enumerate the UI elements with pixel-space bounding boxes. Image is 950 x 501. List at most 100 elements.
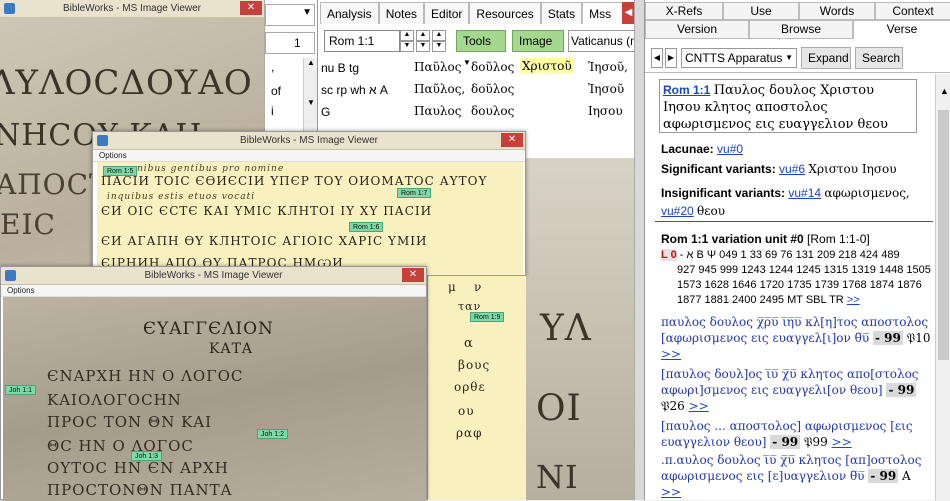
tools-label: Tools bbox=[463, 34, 492, 48]
tab-words[interactable]: Words bbox=[799, 2, 875, 20]
close-icon[interactable]: ✕ bbox=[501, 133, 523, 147]
ms-line: ΚΑΤΑ bbox=[209, 341, 254, 357]
scroll-down-icon[interactable]: ▼ bbox=[307, 98, 315, 107]
spin-down-icon[interactable]: ▼ bbox=[400, 41, 414, 52]
row-word: Ἰησοῦ bbox=[588, 82, 625, 96]
tab-stats[interactable]: Stats bbox=[540, 2, 583, 24]
app-icon bbox=[97, 135, 108, 146]
tabs-row-1: X-Refs Use Words Context bbox=[645, 2, 950, 20]
tab-version[interactable]: Version bbox=[645, 20, 749, 39]
chevron-down-icon[interactable]: ▼ bbox=[302, 7, 312, 18]
more-link[interactable]: >> bbox=[661, 485, 681, 499]
apparatus-panel: X-Refs Use Words Context Version Browse … bbox=[644, 0, 950, 500]
expand-button[interactable]: Expand bbox=[801, 47, 851, 69]
table-row[interactable]: nu B tg Παῦλος δοῦλος Χριστοῦ Ἰησοῦ, bbox=[318, 58, 636, 80]
more-link[interactable]: >> bbox=[661, 347, 681, 361]
tab-notes[interactable]: Notes bbox=[378, 2, 425, 24]
variant-reading[interactable]: .π.αυλος δουλος ι̅υ̅ χ̅υ̅ κλητος [απ]οστ… bbox=[661, 452, 933, 500]
apparatus-scrollbar[interactable]: ▲ bbox=[935, 74, 950, 500]
verse-tag[interactable]: Rom 1:5 bbox=[103, 166, 138, 176]
options-menu[interactable]: Options bbox=[93, 150, 525, 162]
lacunae-label: Lacunae: bbox=[661, 142, 714, 156]
significant-text: Χριστου Ιησου bbox=[808, 162, 897, 176]
insignificant-label: Insignificant variants: bbox=[661, 186, 786, 200]
lacunae-line: Lacunae: vu#0 bbox=[661, 142, 743, 156]
number-input[interactable]: 1 bbox=[265, 32, 315, 54]
ms-line: α bbox=[464, 336, 474, 351]
title-bar: BibleWorks - MS Image Viewer ✕ bbox=[93, 132, 525, 150]
apparatus-content: Rom 1:1 Παυλος δουλος Χριστου Ιησου κλητ… bbox=[645, 74, 935, 500]
tabs-row-2: Version Browse Verse bbox=[645, 20, 950, 39]
verse-tag[interactable]: Rom 1:9 bbox=[470, 312, 505, 322]
tab-context[interactable]: Context bbox=[875, 2, 950, 20]
more-link[interactable]: >> bbox=[832, 435, 852, 449]
verse-ref-input[interactable]: Rom 1:1 bbox=[324, 30, 400, 52]
verse-box: Rom 1:1 Παυλος δουλος Χριστου Ιησου κλητ… bbox=[659, 79, 917, 133]
verse-spinners[interactable]: ▲ ▼ ▲ ▼ ▲ ▼ bbox=[400, 30, 460, 52]
ms-line: ν bbox=[474, 280, 483, 294]
variant-reading[interactable]: [παυλος δουλ]ος ι̅υ̅ χ̅υ̅ κλητος απο[στο… bbox=[661, 366, 933, 414]
row-word: Παῦλος bbox=[414, 60, 462, 74]
verse-tag[interactable]: Joh 1:3 bbox=[131, 451, 162, 461]
image-button[interactable]: Image ▼ bbox=[512, 30, 564, 67]
variant-reading[interactable]: [παυλος ... αποστολος] αφωρισμενος [εις … bbox=[661, 418, 933, 450]
significant-link[interactable]: vu#6 bbox=[779, 162, 805, 176]
ms-line: ΝΙ bbox=[536, 458, 579, 496]
tools-button[interactable]: Tools ▼ bbox=[456, 30, 506, 67]
spin-up-icon[interactable]: ▲ bbox=[432, 30, 446, 41]
tab-verse[interactable]: Verse bbox=[853, 20, 950, 39]
tab-editor[interactable]: Editor bbox=[424, 2, 470, 24]
verse-tag[interactable]: Joh 1:1 bbox=[5, 385, 36, 395]
ms-line: ΕΙϹ bbox=[0, 208, 56, 241]
list-text: of bbox=[271, 84, 282, 98]
dropdown-box[interactable]: ▼ bbox=[265, 4, 315, 26]
vertical-scrollbar[interactable] bbox=[634, 0, 644, 500]
spin-up-icon[interactable]: ▲ bbox=[400, 30, 414, 41]
ms-image-viewer-front: BibleWorks - MS Image Viewer ✕ Options Є… bbox=[0, 266, 427, 501]
spin-down-icon[interactable]: ▼ bbox=[432, 41, 446, 52]
scroll-up-icon[interactable]: ▲ bbox=[940, 86, 949, 96]
close-icon[interactable]: ✕ bbox=[240, 1, 262, 15]
next-button[interactable]: ▶ bbox=[665, 48, 677, 68]
verse-tag[interactable]: Rom 1:6 bbox=[349, 222, 384, 232]
more-link[interactable]: >> bbox=[847, 294, 860, 306]
tab-resources[interactable]: Resources bbox=[469, 2, 541, 24]
spin-up-icon[interactable]: ▲ bbox=[416, 30, 430, 41]
insignificant-text: θεου bbox=[697, 204, 726, 218]
resource-select[interactable]: CNTTS Apparatus ▼ bbox=[681, 48, 797, 68]
variation-unit-heading: Rom 1:1 variation unit #0 [Rom 1:1-0] bbox=[661, 232, 870, 246]
lacunae-link[interactable]: vu#0 bbox=[717, 142, 743, 156]
unit-lead: L 0 bbox=[661, 249, 677, 261]
spin-down-icon[interactable]: ▼ bbox=[416, 41, 430, 52]
ms-line: ЄΝΑΡΧΗ ΗΝ Ο ΛΟΓΟϹ bbox=[47, 367, 244, 385]
significant-line: Significant variants: vu#6 Χριστου Ιησου bbox=[661, 162, 897, 176]
scroll-up-icon[interactable]: ▲ bbox=[307, 58, 315, 67]
tab-xrefs[interactable]: X-Refs bbox=[645, 2, 723, 20]
ms-line: ЄИ АГАПН ӨҮ КЛНТОІС АГІОІС ХАРІС ҮМІИ bbox=[101, 234, 428, 248]
tab-analysis[interactable]: Analysis bbox=[320, 2, 379, 24]
ms-line: ΘϹ ΗΝ Ο ΛΟΓΟϹ bbox=[47, 437, 194, 455]
verse-tag[interactable]: Rom 1:7 bbox=[397, 188, 432, 198]
row-word: δουλος bbox=[471, 104, 515, 118]
close-icon[interactable]: ✕ bbox=[402, 268, 424, 282]
variant-ms: A bbox=[902, 469, 911, 483]
ms-line: ΚΑΙΟΛΟΓΟϹΗΝ bbox=[47, 391, 182, 409]
insignificant-link[interactable]: vu#14 bbox=[788, 186, 821, 200]
variant-reading[interactable]: παυλος δουλος χ̅ρ̅υ̅ ι̅η̅υ̅ κλ[η]τος απο… bbox=[661, 314, 933, 362]
tab-use[interactable]: Use bbox=[723, 2, 799, 20]
insignificant-text: αφωρισμενος, bbox=[824, 186, 910, 200]
verse-tag[interactable]: Joh 1:2 bbox=[257, 429, 288, 439]
tab-browse[interactable]: Browse bbox=[749, 20, 853, 39]
verse-ref-link[interactable]: Rom 1:1 bbox=[663, 83, 710, 97]
options-menu[interactable]: Options bbox=[1, 285, 426, 297]
search-button[interactable]: Search bbox=[855, 47, 903, 69]
more-link[interactable]: >> bbox=[689, 399, 709, 413]
table-row[interactable]: G Παυλος δουλος Ιησου bbox=[318, 102, 636, 124]
manuscript-select[interactable]: Vaticanus (m bbox=[568, 30, 636, 52]
insignificant-link[interactable]: vu#20 bbox=[661, 204, 694, 218]
ms-line: ПАСІИ ТОІС ЄӨИЄСІИ ҮПЄР ТОҮ ОИОМАТОС АҮТ… bbox=[101, 174, 488, 188]
scroll-thumb[interactable] bbox=[938, 110, 949, 360]
row-word-highlight: Χριστοῦ bbox=[520, 58, 574, 74]
table-row[interactable]: sc rp wh א A Παῦλος, δοῦλος Ἰησοῦ bbox=[318, 80, 636, 102]
prev-button[interactable]: ◀ bbox=[651, 48, 663, 68]
